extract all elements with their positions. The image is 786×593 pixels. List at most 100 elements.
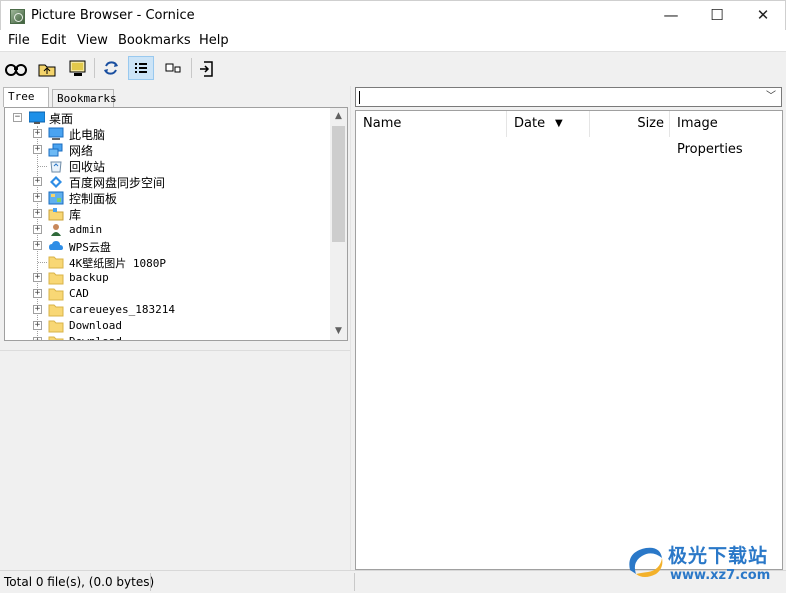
watermark: 极光下载站 www.xz7.com [622, 540, 782, 588]
column-date[interactable]: Date ▼ [507, 111, 590, 137]
watermark-text: 极光下载站 [668, 545, 769, 567]
control-panel-icon [48, 191, 64, 205]
tree-item[interactable]: + backup [5, 270, 325, 286]
binoculars-button[interactable] [3, 56, 29, 80]
menu-edit[interactable]: Edit [41, 33, 66, 48]
tree-item[interactable]: + Download [5, 318, 325, 334]
tree-item[interactable]: + 库 [5, 206, 325, 222]
expand-toggle[interactable]: + [33, 129, 42, 138]
menu-bar: File Edit View Bookmarks Help [0, 30, 786, 52]
left-tabs: Tree Bookmarks [0, 87, 350, 107]
computer-icon [48, 127, 64, 141]
menu-bookmarks[interactable]: Bookmarks [118, 33, 191, 48]
menu-help[interactable]: Help [199, 33, 229, 48]
column-date-label: Date [514, 116, 546, 131]
tree-item[interactable]: + Download [5, 334, 325, 340]
exit-button[interactable] [195, 56, 221, 80]
tree-item-root[interactable]: − 桌面 [5, 110, 325, 126]
text-caret [359, 91, 360, 104]
title-bar: Picture Browser - Cornice — ☐ ✕ [0, 0, 786, 30]
expand-toggle[interactable]: + [33, 209, 42, 218]
pane-splitter[interactable] [350, 86, 354, 570]
exit-icon [200, 61, 213, 77]
tree-item-label: backup [69, 271, 109, 284]
folder-up-button[interactable] [34, 56, 60, 80]
folder-tree[interactable]: − 桌面 + 此电脑 + 网络 回收站 + 百度网盘同步空间 + 控制面板 + 库 + admin + WPS云… [4, 107, 348, 341]
column-image-properties[interactable]: Image Properties [670, 111, 782, 157]
expand-toggle[interactable]: + [33, 241, 42, 250]
tree-item[interactable]: + 此电脑 [5, 126, 325, 142]
tree-item[interactable]: 4K壁纸图片 1080P [5, 254, 325, 270]
tree-item[interactable]: 回收站 [5, 158, 325, 174]
tree-item[interactable]: + 网络 [5, 142, 325, 158]
tree-item-label: careueyes_183214 [69, 303, 175, 316]
watermark-url: www.xz7.com [670, 568, 771, 583]
file-list[interactable]: Name Date ▼ Size Image Properties [355, 110, 783, 570]
minimize-button[interactable]: — [649, 1, 693, 31]
slideshow-monitor-icon [69, 60, 86, 76]
column-size[interactable]: Size [590, 111, 670, 137]
network-icon [48, 143, 64, 157]
expand-toggle[interactable]: + [33, 225, 42, 234]
folder-icon [48, 335, 64, 340]
tree-scrollbar[interactable]: ▲ ▼ [330, 108, 347, 340]
scroll-up-arrow[interactable]: ▲ [330, 108, 347, 125]
desktop-icon [28, 111, 46, 125]
menu-file[interactable]: File [8, 33, 30, 48]
slideshow-button[interactable] [64, 56, 90, 80]
maximize-button[interactable]: ☐ [695, 1, 739, 31]
tree-item-label: WPS云盘 [69, 241, 111, 254]
tree-item[interactable]: + WPS云盘 [5, 238, 325, 254]
wps-cloud-icon [48, 239, 64, 253]
folder-icon [48, 271, 64, 285]
folder-up-icon [38, 64, 56, 77]
folder-icon [48, 303, 64, 317]
expand-toggle[interactable]: + [33, 177, 42, 186]
tree-item[interactable]: + 控制面板 [5, 190, 325, 206]
refresh-button[interactable] [98, 56, 124, 80]
tab-bookmarks[interactable]: Bookmarks [52, 89, 117, 107]
tree-item-label: 桌面 [49, 112, 74, 126]
close-button[interactable]: ✕ [741, 1, 785, 31]
details-view-button[interactable] [128, 56, 154, 80]
tree-item-label: 网络 [69, 144, 94, 158]
tree-item[interactable]: + admin [5, 222, 325, 238]
toolbar-separator [94, 58, 95, 78]
expand-toggle[interactable]: + [33, 289, 42, 298]
expand-toggle[interactable]: + [33, 321, 42, 330]
app-icon [10, 9, 25, 24]
toolbar-separator [191, 58, 192, 78]
recycle-bin-icon [48, 159, 64, 173]
expand-toggle[interactable]: + [33, 273, 42, 282]
tree-guide-line [38, 166, 47, 167]
scroll-down-arrow[interactable]: ▼ [330, 323, 347, 340]
chevron-down-icon[interactable]: ﹀ [763, 89, 779, 105]
tree-item[interactable]: + CAD [5, 286, 325, 302]
toolbar [0, 53, 786, 83]
user-folder-icon [48, 223, 64, 237]
path-combo[interactable]: ﹀ [355, 87, 782, 107]
tree-item[interactable]: + 百度网盘同步空间 [5, 174, 325, 190]
column-name[interactable]: Name [356, 111, 507, 137]
details-view-icon [135, 63, 147, 73]
thumbnails-view-icon [165, 63, 181, 73]
expand-toggle[interactable]: + [33, 337, 42, 340]
expand-toggle[interactable]: + [33, 305, 42, 314]
tree-item-label: Download [69, 335, 122, 340]
status-divider [150, 573, 151, 591]
tree-item-label: 回收站 [69, 160, 106, 174]
thumbnails-view-button[interactable] [160, 56, 186, 80]
tree-item-label: Download [69, 319, 122, 332]
library-folder-icon [48, 207, 64, 221]
menu-view[interactable]: View [77, 33, 108, 48]
tree-item-label: admin [69, 223, 103, 236]
expand-toggle[interactable]: + [33, 145, 42, 154]
tab-tree[interactable]: Tree [3, 87, 49, 107]
scroll-thumb[interactable] [332, 126, 345, 242]
collapse-toggle[interactable]: − [13, 113, 22, 122]
baidu-sync-icon [48, 175, 64, 189]
status-divider [354, 573, 355, 591]
refresh-icon [104, 61, 118, 75]
tree-item[interactable]: + careueyes_183214 [5, 302, 325, 318]
expand-toggle[interactable]: + [33, 193, 42, 202]
